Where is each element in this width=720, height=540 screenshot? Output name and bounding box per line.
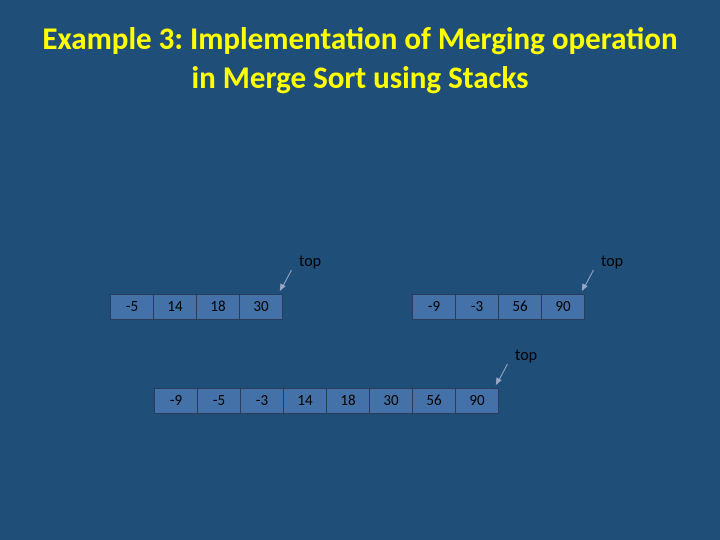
cell: -9 <box>412 294 456 320</box>
cell: -3 <box>455 294 499 320</box>
cell: 14 <box>153 294 197 320</box>
cell: 30 <box>369 388 413 414</box>
cell: 30 <box>239 294 283 320</box>
arrow-a <box>280 270 292 291</box>
arrow-c <box>496 364 508 385</box>
stack-c: -9 -5 -3 14 18 30 56 90 <box>154 388 498 414</box>
cell: 18 <box>326 388 370 414</box>
cell: -9 <box>154 388 198 414</box>
arrow-b <box>582 270 594 291</box>
cell: 56 <box>412 388 456 414</box>
slide-title: Example 3: Implementation of Merging ope… <box>0 0 720 98</box>
cell: -5 <box>197 388 241 414</box>
cell: 14 <box>283 388 327 414</box>
stack-a: -5 14 18 30 <box>110 294 282 320</box>
cell: 90 <box>455 388 499 414</box>
top-label-b: top <box>601 252 623 271</box>
cell: 56 <box>498 294 542 320</box>
top-label-c: top <box>515 346 537 365</box>
cell: 18 <box>196 294 240 320</box>
top-label-a: top <box>299 252 321 271</box>
cell: 90 <box>541 294 585 320</box>
cell: -5 <box>110 294 154 320</box>
cell: -3 <box>240 388 284 414</box>
stack-b: -9 -3 56 90 <box>412 294 584 320</box>
